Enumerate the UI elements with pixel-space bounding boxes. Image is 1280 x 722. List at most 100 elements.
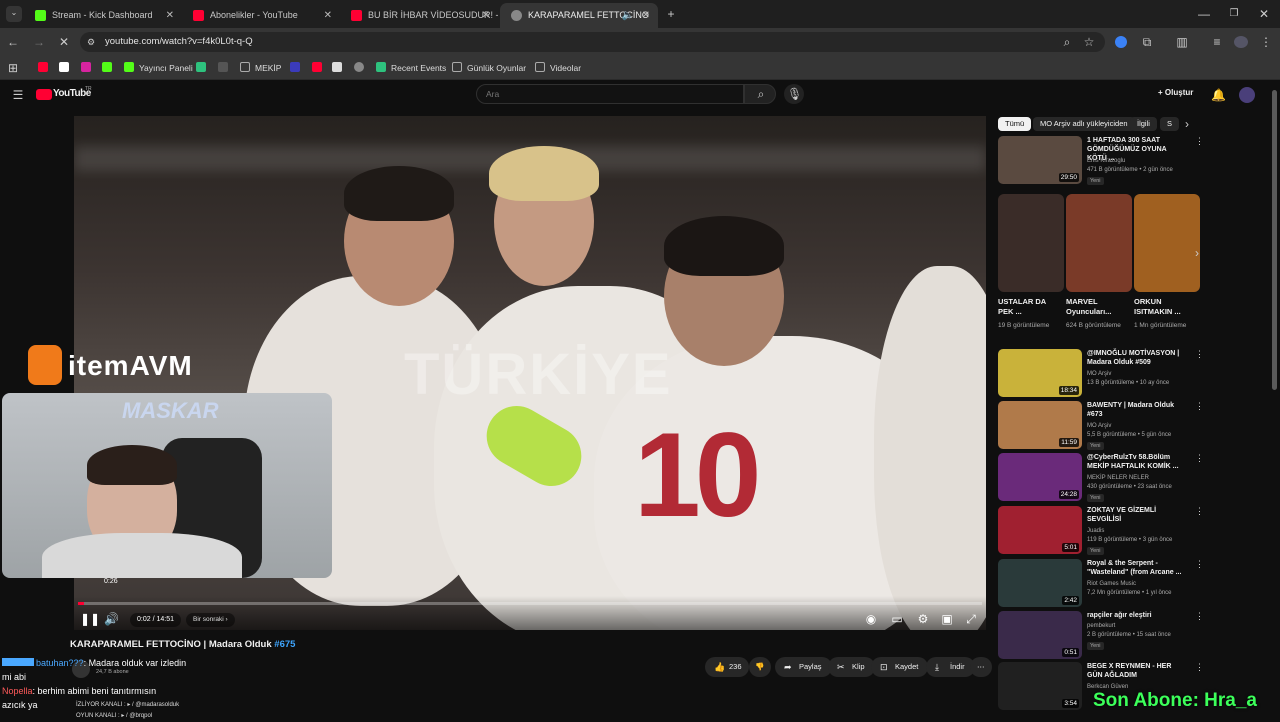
- channel-name[interactable]: MO Arşiv: [1087, 423, 1111, 429]
- bookmark-generic[interactable]: [354, 61, 369, 75]
- more-icon[interactable]: ⋮: [1195, 401, 1204, 412]
- bookmark-generic[interactable]: [290, 61, 305, 75]
- minimize-icon[interactable]: —: [1197, 7, 1211, 21]
- close-icon[interactable]: ✕: [642, 3, 650, 28]
- clip-button[interactable]: ✂ Klip: [828, 657, 875, 677]
- related-video[interactable]: 18:34 @IMNOĞLU MOTİVASYON | Madara Olduk…: [998, 349, 1204, 399]
- more-icon[interactable]: ⋮: [1195, 559, 1204, 570]
- forward-icon[interactable]: →: [32, 35, 46, 49]
- theater-icon[interactable]: ▣: [940, 612, 954, 626]
- bookmark-gunluk-oyunlar[interactable]: Günlük Oyunlar: [452, 61, 526, 75]
- chevron-right-icon[interactable]: ›: [1180, 117, 1194, 131]
- puzzle-icon[interactable]: ⧉: [1140, 35, 1154, 49]
- zoom-icon[interactable]: ⌕: [1060, 35, 1074, 49]
- subtitles-icon[interactable]: ▭: [890, 612, 904, 626]
- more-icon[interactable]: ⋮: [1195, 662, 1204, 673]
- mic-button[interactable]: 🎙: [784, 84, 804, 104]
- chevron-right-icon[interactable]: ›: [1191, 246, 1203, 260]
- share-button[interactable]: ➦ Paylaş: [775, 657, 832, 677]
- star-icon[interactable]: ☆: [1082, 35, 1096, 49]
- autoplay-icon[interactable]: ◉: [864, 612, 878, 626]
- back-icon[interactable]: ←: [6, 35, 20, 49]
- channel-name[interactable]: Juadis: [1087, 528, 1104, 534]
- channel-name[interactable]: MEKİP NELER NELER: [1087, 475, 1149, 481]
- chapter-button[interactable]: Bir sonraki ›: [186, 613, 235, 627]
- video-title[interactable]: BAWENTY | Madara Olduk #673: [1087, 401, 1187, 419]
- progress-bar[interactable]: [78, 602, 982, 605]
- bookmark-x[interactable]: [59, 61, 74, 75]
- short-thumbnail[interactable]: [1134, 194, 1200, 292]
- close-icon[interactable]: ✕: [166, 3, 174, 28]
- more-actions-button[interactable]: ⋯: [970, 657, 992, 677]
- chip-uploader[interactable]: MO Arşiv adlı yükleyiciden: [1033, 117, 1135, 131]
- short-title[interactable]: USTALAR DA PEK ...: [998, 297, 1052, 317]
- download-button[interactable]: ⤓ İndir: [926, 657, 975, 677]
- bookmark-videolar[interactable]: Videolar: [535, 61, 581, 75]
- bookmark-kick[interactable]: [102, 61, 117, 75]
- related-video[interactable]: 24:28 @CyberRulzTv 58.Bölüm MEKİP HAFTAL…: [998, 453, 1204, 503]
- url-field[interactable]: ⚙ youtube.com/watch?v=f4k0L0t-q-Q: [80, 32, 1105, 52]
- related-video[interactable]: 2:42 Royal & the Serpent - "Wasteland" (…: [998, 559, 1204, 609]
- apps-icon[interactable]: ⊞: [6, 61, 20, 75]
- close-icon[interactable]: ✕: [324, 3, 332, 28]
- chip-more[interactable]: S: [1160, 117, 1180, 131]
- bookmark-generic[interactable]: [196, 61, 211, 75]
- related-video[interactable]: 0:51 rapçiler ağır eleştiri pembekurt 2 …: [998, 611, 1204, 661]
- bookmark-yayinci-paneli[interactable]: Yayıncı Paneli: [124, 61, 193, 75]
- bookmark-instagram[interactable]: [81, 61, 96, 75]
- video-thumbnail[interactable]: 2:42: [998, 559, 1082, 607]
- video-title[interactable]: @CyberRulzTv 58.Bölüm MEKİP HAFTALIK KOM…: [1087, 453, 1187, 471]
- tab-ihbar[interactable]: BU BİR İHBAR VİDEOSUDUR! - ✕: [340, 3, 498, 28]
- channel-name[interactable]: pembekurt: [1087, 623, 1115, 629]
- hamburger-icon[interactable]: ☰: [11, 88, 25, 102]
- tab-abonelikler[interactable]: Abonelikler - YouTube ✕: [182, 3, 340, 28]
- more-icon[interactable]: ⋮: [1195, 453, 1204, 464]
- video-title[interactable]: ZOKTAY VE GİZEMLİ SEVGİLİSİ: [1087, 506, 1187, 524]
- bookmark-recent-events[interactable]: Recent Events: [376, 61, 446, 75]
- pause-icon[interactable]: ❚❚: [80, 612, 100, 626]
- bookmark-generic[interactable]: [312, 61, 327, 75]
- video-thumbnail[interactable]: 24:28: [998, 453, 1082, 501]
- create-button[interactable]: + Oluştur: [1158, 88, 1193, 97]
- scrollbar[interactable]: [1272, 90, 1277, 390]
- bookmark-mekip[interactable]: MEKİP: [240, 61, 281, 75]
- more-icon[interactable]: ⋮: [1195, 611, 1204, 622]
- restore-icon[interactable]: ❐: [1227, 7, 1241, 21]
- like-button[interactable]: 👍 236: [705, 657, 749, 677]
- dislike-button[interactable]: 👎: [749, 657, 771, 677]
- menu-icon[interactable]: ⋮: [1259, 35, 1273, 49]
- tab-search-icon[interactable]: ⌄: [6, 6, 22, 22]
- short-thumbnail[interactable]: [998, 194, 1064, 292]
- sidepanel-icon[interactable]: ▥: [1175, 35, 1189, 49]
- save-button[interactable]: ⊡ Kaydet: [871, 657, 929, 677]
- extension-icon[interactable]: [1115, 36, 1127, 48]
- short-title[interactable]: ORKUN ISITMAKIN ...: [1134, 297, 1188, 317]
- short-thumbnail[interactable]: [1066, 194, 1132, 292]
- video-title[interactable]: Royal & the Serpent - "Wasteland" (from …: [1087, 559, 1187, 577]
- site-info-icon[interactable]: ⚙: [87, 35, 95, 49]
- channel-name[interactable]: Enis Kirazoglu: [1087, 158, 1125, 164]
- video-thumbnail[interactable]: 11:59: [998, 401, 1082, 449]
- more-icon[interactable]: ⋮: [1195, 349, 1204, 360]
- channel-name[interactable]: MO Arşiv: [1087, 371, 1111, 377]
- video-title[interactable]: rapçiler ağır eleştiri: [1087, 611, 1187, 620]
- video-thumbnail[interactable]: 5:01: [998, 506, 1082, 554]
- short-title[interactable]: MARVEL Oyuncuları...: [1066, 297, 1120, 317]
- tab-karaparamel[interactable]: KARAPARAMEL FETTOCİNO 🔈 ✕: [500, 3, 658, 28]
- search-input[interactable]: Ara: [476, 84, 744, 104]
- bookmark-generic[interactable]: [332, 61, 347, 75]
- channel-name[interactable]: Riot Games Music: [1087, 581, 1136, 587]
- search-button[interactable]: ⌕: [744, 84, 776, 104]
- speaker-icon[interactable]: 🔈: [622, 3, 634, 28]
- chip-related[interactable]: İlgili: [1130, 117, 1157, 131]
- bell-icon[interactable]: 🔔: [1211, 88, 1226, 102]
- video-title[interactable]: @IMNOĞLU MOTİVASYON | Madara Olduk #509: [1087, 349, 1187, 367]
- stop-icon[interactable]: ✕: [57, 35, 71, 49]
- settings-icon[interactable]: ⚙: [916, 612, 930, 626]
- related-video[interactable]: 5:01 ZOKTAY VE GİZEMLİ SEVGİLİSİ Juadis …: [998, 506, 1204, 556]
- video-thumbnail[interactable]: 29:50: [998, 136, 1082, 184]
- bookmark-youtube[interactable]: [38, 61, 53, 75]
- media-icon[interactable]: ≡: [1210, 35, 1224, 49]
- video-thumbnail[interactable]: 0:51: [998, 611, 1082, 659]
- more-icon[interactable]: ⋮: [1195, 506, 1204, 517]
